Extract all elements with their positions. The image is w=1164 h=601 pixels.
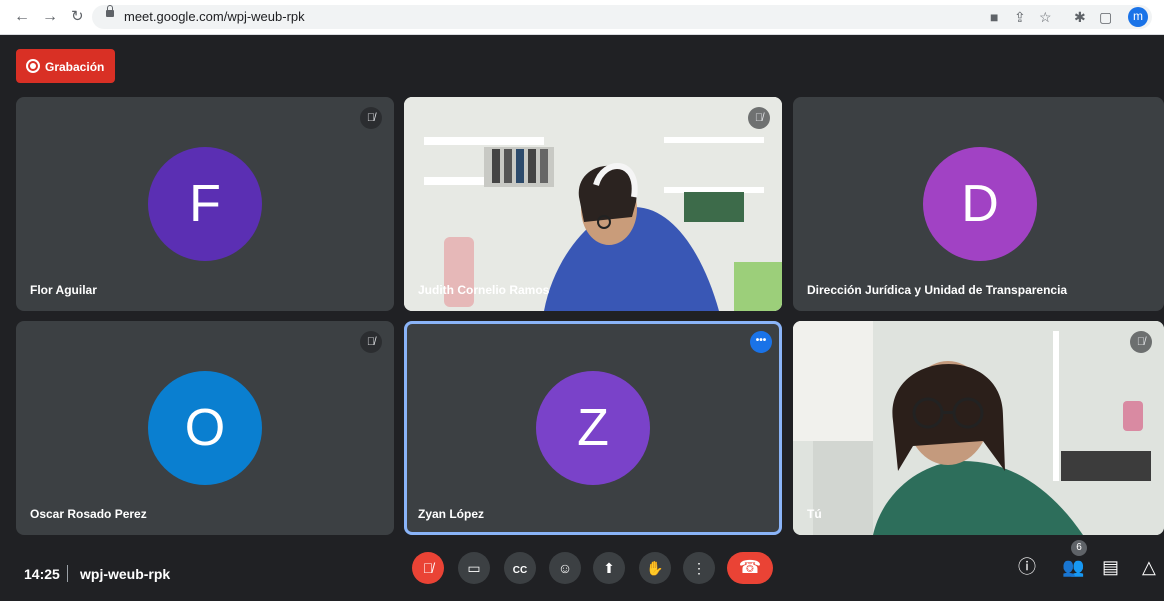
hang-up-icon: ☎: [738, 557, 762, 577]
url-text[interactable]: meet.google.com/wpj-weub-rpk: [124, 9, 305, 24]
participants-count-badge: 6: [1071, 540, 1087, 556]
more-options-button[interactable]: ⋮: [683, 552, 715, 584]
mic-off-icon: 🎙̸: [360, 331, 382, 353]
control-bar: [0, 548, 1164, 601]
record-icon: [26, 59, 40, 73]
self-video: [793, 321, 1164, 535]
emoji-icon: ☺: [557, 560, 573, 576]
camera-toggle-button[interactable]: ▭: [458, 552, 490, 584]
participant-name: Flor Aguilar: [30, 283, 97, 297]
present-screen-icon: ⬆: [603, 560, 615, 576]
more-options-icon[interactable]: •••: [750, 331, 772, 353]
camera-icon[interactable]: ■: [990, 9, 998, 25]
forward-icon[interactable]: →: [42, 8, 58, 26]
mic-off-icon: 🎙̸: [748, 107, 770, 129]
participant-name: Zyan López: [418, 507, 485, 521]
self-video-tile[interactable]: 🎙̸ Tú: [793, 321, 1164, 535]
participant-tile[interactable]: F 🎙̸ Flor Aguilar: [16, 97, 394, 311]
lock-icon: [106, 5, 114, 17]
extensions-icon[interactable]: ✱: [1074, 9, 1086, 25]
profile-avatar[interactable]: m: [1128, 7, 1148, 27]
hand-icon: ✋: [646, 560, 664, 576]
participant-tile[interactable]: O 🎙̸ Oscar Rosado Perez: [16, 321, 394, 535]
present-button[interactable]: ⬆: [593, 552, 625, 584]
recording-label: Grabación: [45, 60, 105, 74]
mic-off-icon: 🎙̸: [1130, 331, 1152, 353]
people-icon[interactable]: 👥: [1062, 556, 1084, 578]
side-panel-icon[interactable]: ▢: [1099, 9, 1112, 25]
participant-name: Judith Cornelio Ramos: [418, 283, 550, 297]
chat-icon[interactable]: ▤: [1102, 556, 1119, 578]
meeting-time: 14:25: [24, 566, 60, 582]
mic-off-icon: 🎙̸: [360, 107, 382, 129]
share-icon[interactable]: ⇪: [1014, 9, 1026, 25]
participant-avatar: O: [148, 371, 262, 485]
participant-tile-active[interactable]: Z ••• Zyan López: [404, 321, 782, 535]
more-vert-icon: ⋮: [692, 560, 706, 576]
participant-avatar: D: [923, 147, 1037, 261]
participant-name: Dirección Jurídica y Unidad de Transpare…: [807, 283, 1068, 297]
participant-video-tile[interactable]: 🎙̸ Judith Cornelio Ramos: [404, 97, 782, 311]
mic-toggle-button[interactable]: 🎙̸: [412, 552, 444, 584]
video-icon: ▭: [467, 560, 481, 576]
browser-toolbar: ← → ↻ meet.google.com/wpj-weub-rpk ■ ⇪ ☆…: [0, 0, 1164, 35]
participant-name: Oscar Rosado Perez: [30, 507, 147, 521]
reload-icon[interactable]: ↻: [71, 8, 84, 26]
participant-avatar: Z: [536, 371, 650, 485]
mic-off-icon: 🎙̸: [422, 560, 434, 576]
info-icon[interactable]: ⓘ: [1018, 556, 1036, 578]
participant-name: Tú: [807, 507, 822, 521]
recording-badge[interactable]: Grabación: [16, 49, 115, 83]
raise-hand-button[interactable]: ✋: [639, 552, 671, 584]
meeting-code: wpj-weub-rpk: [80, 566, 171, 582]
activities-icon[interactable]: △: [1142, 556, 1156, 578]
reactions-button[interactable]: ☺: [549, 552, 581, 584]
participant-video: [404, 97, 782, 311]
divider: [67, 565, 68, 582]
star-icon[interactable]: ☆: [1039, 9, 1052, 25]
back-icon[interactable]: ←: [14, 8, 30, 26]
participant-tile[interactable]: D Dirección Jurídica y Unidad de Transpa…: [793, 97, 1164, 311]
captions-icon: CC: [512, 565, 528, 576]
leave-call-button[interactable]: ☎: [727, 552, 773, 584]
captions-button[interactable]: CC: [504, 552, 536, 584]
participant-avatar: F: [148, 147, 262, 261]
